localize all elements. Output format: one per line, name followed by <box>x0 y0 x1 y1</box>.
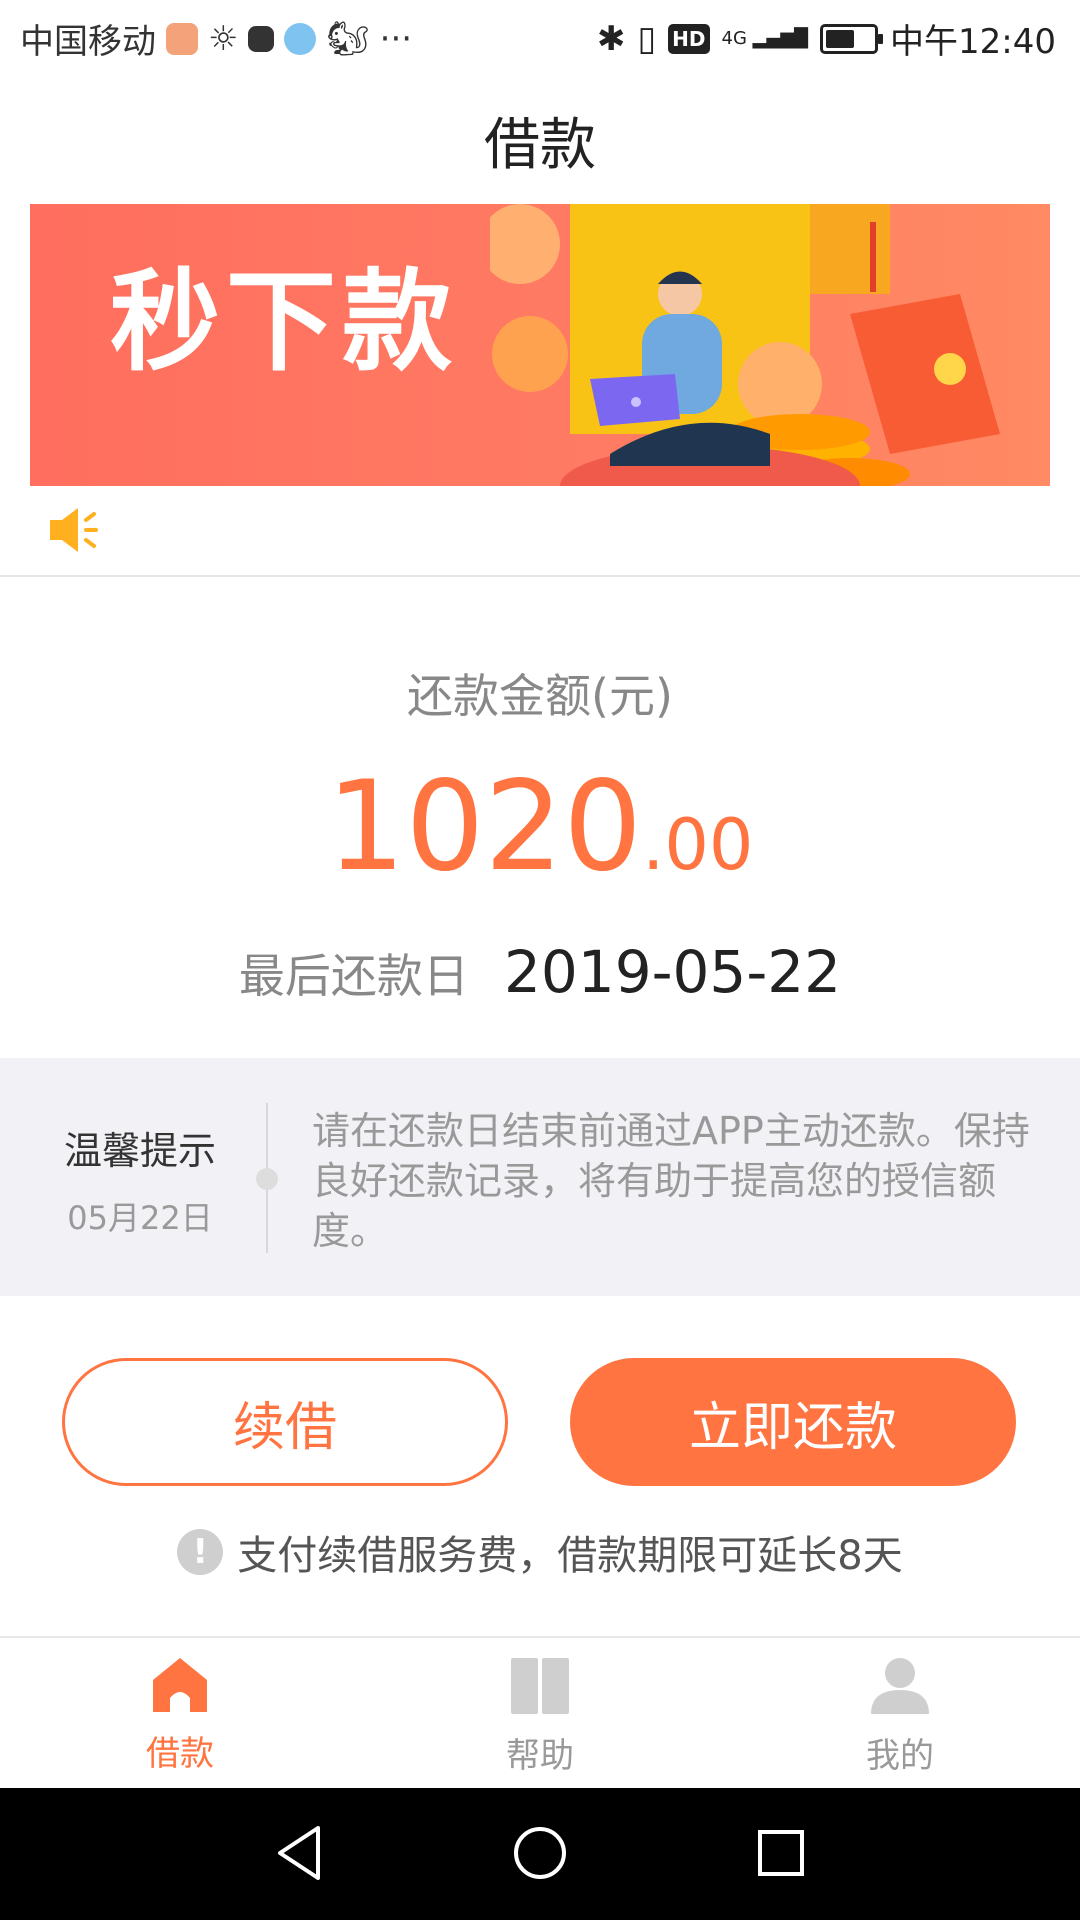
more-notifications-icon: ··· <box>379 18 413 59</box>
hd-icon: HD <box>668 23 710 54</box>
renew-notice: ! 支付续借服务费，借款期限可延长8天 <box>0 1523 1080 1581</box>
network-type: 4G <box>721 27 747 49</box>
status-bar: 中国移动 ☼ 🐿 ··· ✱ ▯ HD 4G ▂▄▆█ 中午12:40 <box>0 0 1080 76</box>
speaker-icon[interactable] <box>48 506 100 554</box>
repayment-amount: 1020.00 <box>0 755 1080 899</box>
info-icon: ! <box>177 1529 224 1575</box>
tip-box: 温馨提示 05月22日 请在还款日结束前通过APP主动还款。保持良好还款记录，将… <box>0 1058 1080 1296</box>
due-date-row: 最后还款日 2019-05-22 <box>0 938 1080 1006</box>
carrier-name: 中国移动 <box>20 22 156 62</box>
home-icon <box>153 1658 207 1712</box>
app-notification-icon <box>166 22 198 55</box>
tip-date: 05月22日 <box>67 1199 213 1237</box>
promo-banner[interactable]: 秒下款 <box>30 204 1050 486</box>
tab-label: 借款 <box>146 1734 214 1774</box>
amount-decimal: .00 <box>642 804 754 886</box>
tab-help[interactable]: 帮助 <box>440 1656 640 1777</box>
tab-mine[interactable]: 我的 <box>800 1656 1000 1777</box>
book-icon <box>511 1658 569 1714</box>
tab-label: 我的 <box>866 1736 934 1776</box>
vibrate-icon: ▯ <box>637 18 657 59</box>
signal-bars: ▂▄▆█ <box>752 27 809 49</box>
amount-integer: 1020 <box>326 755 643 899</box>
renew-notice-text: 支付续借服务费，借款期限可延长8天 <box>237 1533 903 1579</box>
tab-borrow[interactable]: 借款 <box>80 1656 280 1775</box>
recents-icon[interactable] <box>756 1824 806 1882</box>
user-icon <box>871 1658 929 1714</box>
due-date-value: 2019-05-22 <box>504 938 842 1006</box>
tip-text: 请在还款日结束前通过APP主动还款。保持良好还款记录，将有助于提高您的授信额度。 <box>312 1109 1030 1253</box>
gallery-notification-icon <box>248 25 275 52</box>
banner-headline: 秒下款 <box>110 258 458 386</box>
squirrel-notification-icon: 🐿 <box>326 18 370 59</box>
battery-icon <box>820 23 884 54</box>
divider <box>0 575 1080 577</box>
system-navigation-bar <box>0 1788 1080 1920</box>
status-left: 中国移动 ☼ 🐿 ··· <box>20 14 412 63</box>
back-icon[interactable] <box>274 1824 324 1882</box>
repay-now-button[interactable]: 立即还款 <box>570 1358 1016 1486</box>
renew-button[interactable]: 续借 <box>62 1358 508 1486</box>
amount-label: 还款金额(元) <box>407 669 673 723</box>
signal-icon: 4G ▂▄▆█ <box>721 27 809 49</box>
bottom-tab-bar: 借款 帮助 我的 <box>0 1636 1080 1788</box>
banner-illustration <box>490 204 1000 486</box>
browser-notification-icon <box>284 22 317 55</box>
clock: 中午12:40 <box>890 22 1056 62</box>
tab-label: 帮助 <box>506 1736 574 1776</box>
brightness-icon: ☼ <box>208 18 239 59</box>
tip-title: 温馨提示 <box>63 1129 216 1173</box>
due-date-label: 最后还款日 <box>238 949 469 1003</box>
status-right: ✱ ▯ HD 4G ▂▄▆█ 中午12:40 <box>597 14 1056 63</box>
page-title: 借款 <box>484 113 596 178</box>
bluetooth-icon: ✱ <box>596 18 626 59</box>
timeline-dot <box>256 1168 278 1190</box>
home-nav-icon[interactable] <box>512 1824 568 1882</box>
